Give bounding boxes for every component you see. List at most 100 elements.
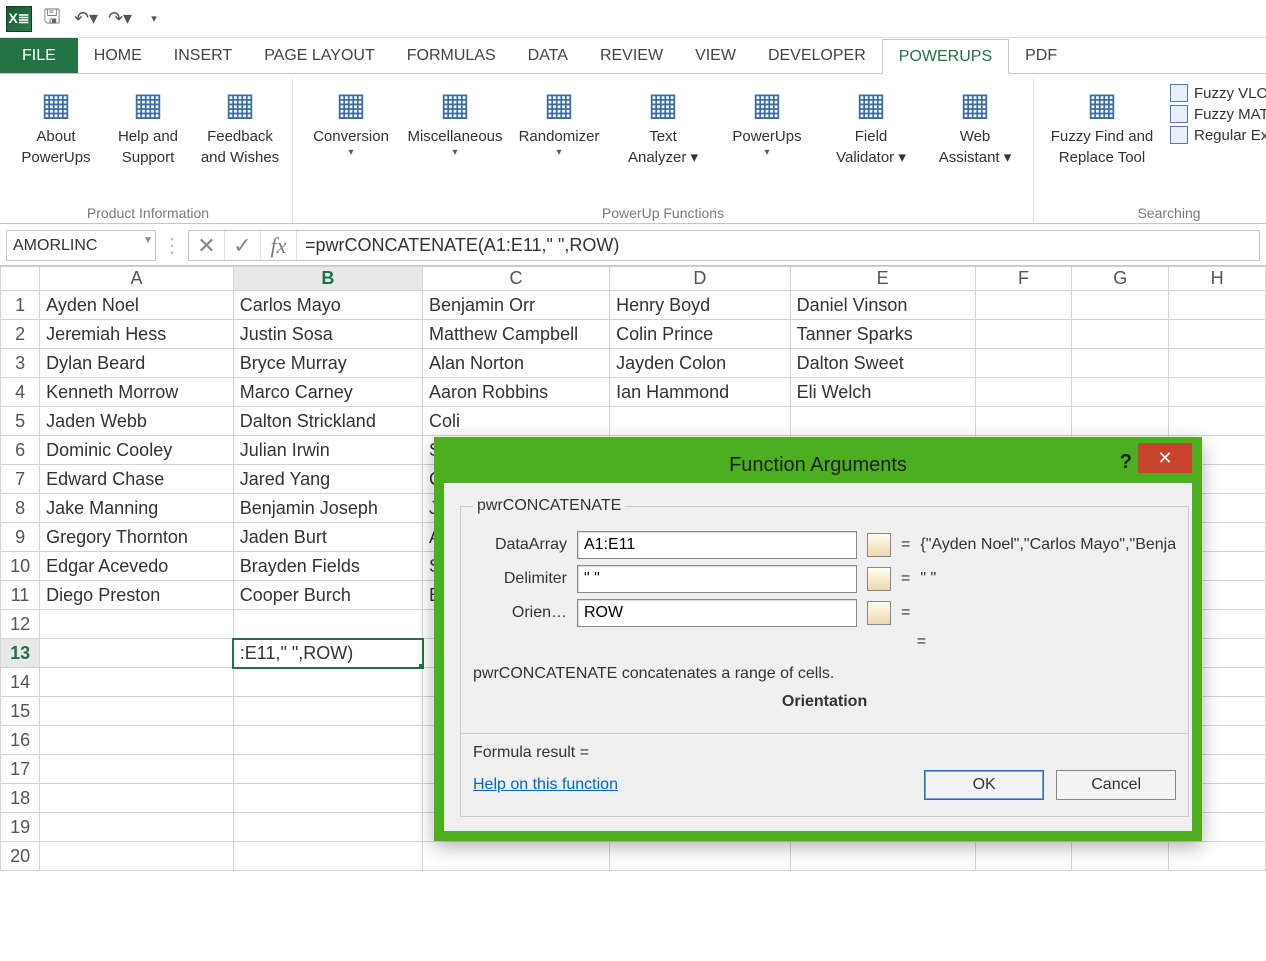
cell-A15[interactable] [40,697,234,726]
cell-A12[interactable] [40,610,234,639]
column-header-G[interactable]: G [1072,267,1169,291]
cell-F1[interactable] [975,291,1072,320]
cell-A14[interactable] [40,668,234,697]
column-header-E[interactable]: E [790,267,975,291]
insert-function-icon[interactable]: fx [261,231,297,260]
name-box[interactable]: AMORLINC ▼ [6,230,156,261]
cell-H2[interactable] [1169,320,1266,349]
cell-A17[interactable] [40,755,234,784]
dialog-title-bar[interactable]: Function Arguments ? ✕ [444,447,1192,483]
cell-H5[interactable] [1169,407,1266,436]
cell-A13[interactable] [40,639,234,668]
help-on-function-link[interactable]: Help on this function [473,776,618,794]
cell-B12[interactable] [233,610,422,639]
chevron-down-icon[interactable]: ▼ [143,235,153,246]
row-header-8[interactable]: 8 [1,494,40,523]
row-header-17[interactable]: 17 [1,755,40,784]
tab-insert[interactable]: INSERT [158,38,248,73]
row-header-20[interactable]: 20 [1,842,40,871]
cell-G1[interactable] [1072,291,1169,320]
cell-B4[interactable]: Marco Carney [233,378,422,407]
cell-F4[interactable] [975,378,1072,407]
cell-A16[interactable] [40,726,234,755]
product-info-btn-2[interactable]: ▦Feedbackand Wishes [196,78,284,167]
cell-H20[interactable] [1169,842,1266,871]
cell-A11[interactable]: Diego Preston [40,581,234,610]
cell-B2[interactable]: Justin Sosa [233,320,422,349]
tab-powerups[interactable]: POWERUPS [882,39,1009,74]
cell-B7[interactable]: Jared Yang [233,465,422,494]
cell-C5[interactable]: Coli [423,407,610,436]
row-header-13[interactable]: 13 [1,639,40,668]
cell-A9[interactable]: Gregory Thornton [40,523,234,552]
cell-D4[interactable]: Ian Hammond [610,378,791,407]
powerup-func-btn-3[interactable]: ▦TextAnalyzer ▾ [613,78,713,167]
cell-F3[interactable] [975,349,1072,378]
cell-G20[interactable] [1072,842,1169,871]
cell-D2[interactable]: Colin Prince [610,320,791,349]
cell-G5[interactable] [1072,407,1169,436]
column-header-H[interactable]: H [1169,267,1266,291]
cell-E4[interactable]: Eli Welch [790,378,975,407]
arg-input-orien…[interactable] [577,599,857,627]
row-header-3[interactable]: 3 [1,349,40,378]
column-header-A[interactable]: A [40,267,234,291]
cell-G2[interactable] [1072,320,1169,349]
range-picker-icon[interactable] [867,533,891,557]
powerup-func-btn-4[interactable]: ▦PowerUps▾ [717,78,817,159]
cell-A10[interactable]: Edgar Acevedo [40,552,234,581]
cancel-formula-icon[interactable]: ✕ [189,231,225,260]
cell-A1[interactable]: Ayden Noel [40,291,234,320]
row-header-18[interactable]: 18 [1,784,40,813]
undo-icon[interactable]: ↶▾ [72,5,100,33]
cell-A6[interactable]: Dominic Cooley [40,436,234,465]
cell-C3[interactable]: Alan Norton [423,349,610,378]
cell-C2[interactable]: Matthew Campbell [423,320,610,349]
cell-E5[interactable] [790,407,975,436]
select-all-corner[interactable] [1,267,40,291]
cell-B17[interactable] [233,755,422,784]
row-header-11[interactable]: 11 [1,581,40,610]
tab-formulas[interactable]: FORMULAS [391,38,512,73]
cell-B15[interactable] [233,697,422,726]
cell-B1[interactable]: Carlos Mayo [233,291,422,320]
arg-input-delimiter[interactable] [577,565,857,593]
search-side-item-0[interactable]: Fuzzy VLOO [1170,84,1266,102]
cell-B11[interactable]: Cooper Burch [233,581,422,610]
row-header-9[interactable]: 9 [1,523,40,552]
row-header-10[interactable]: 10 [1,552,40,581]
cancel-button[interactable]: Cancel [1056,770,1176,800]
cell-A2[interactable]: Jeremiah Hess [40,320,234,349]
cell-E20[interactable] [790,842,975,871]
cell-A7[interactable]: Edward Chase [40,465,234,494]
ok-button[interactable]: OK [924,770,1044,800]
powerup-func-btn-1[interactable]: ▦Miscellaneous▾ [405,78,505,159]
cell-C1[interactable]: Benjamin Orr [423,291,610,320]
cell-A3[interactable]: Dylan Beard [40,349,234,378]
cell-A4[interactable]: Kenneth Morrow [40,378,234,407]
cell-B20[interactable] [233,842,422,871]
enter-formula-icon[interactable]: ✓ [225,231,261,260]
cell-B9[interactable]: Jaden Burt [233,523,422,552]
tab-page-layout[interactable]: PAGE LAYOUT [248,38,391,73]
cell-D20[interactable] [610,842,791,871]
product-info-btn-0[interactable]: ▦AboutPowerUps [12,78,100,167]
powerup-func-btn-5[interactable]: ▦FieldValidator ▾ [821,78,921,167]
cell-G3[interactable] [1072,349,1169,378]
row-header-14[interactable]: 14 [1,668,40,697]
row-header-6[interactable]: 6 [1,436,40,465]
cell-H1[interactable] [1169,291,1266,320]
cell-H4[interactable] [1169,378,1266,407]
save-icon[interactable]: 🖫 [38,5,66,33]
cell-A19[interactable] [40,813,234,842]
cell-B3[interactable]: Bryce Murray [233,349,422,378]
tab-pdf[interactable]: PDF [1009,38,1073,73]
cell-E1[interactable]: Daniel Vinson [790,291,975,320]
cell-C20[interactable] [423,842,610,871]
cell-B6[interactable]: Julian Irwin [233,436,422,465]
cell-E3[interactable]: Dalton Sweet [790,349,975,378]
cell-F2[interactable] [975,320,1072,349]
redo-icon[interactable]: ↷▾ [106,5,134,33]
row-header-15[interactable]: 15 [1,697,40,726]
product-info-btn-1[interactable]: ▦Help andSupport [104,78,192,167]
